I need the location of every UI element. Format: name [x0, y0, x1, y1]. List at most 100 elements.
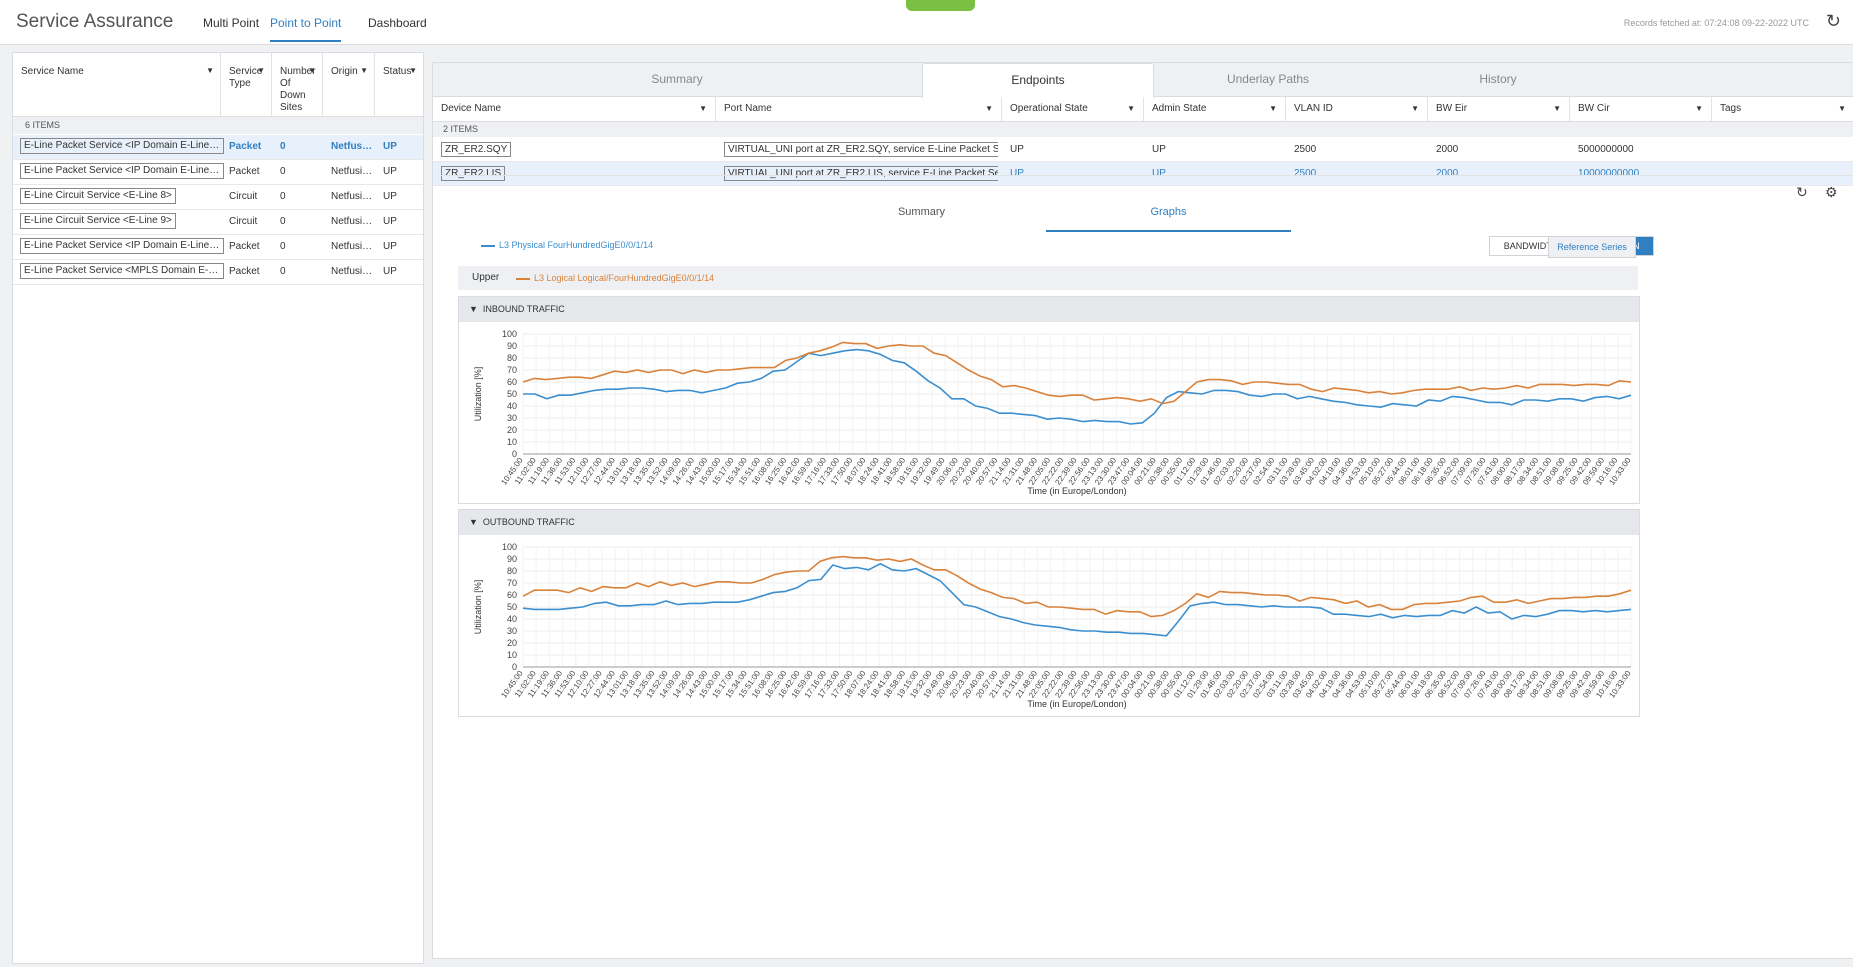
chevron-down-icon[interactable]: ▼ — [1553, 97, 1561, 121]
col-tags[interactable]: Tags ▼ — [1712, 97, 1853, 121]
service-type-cell: Packet — [229, 141, 262, 152]
service-name-cell: E-Line Packet Service <IP Domain E-Line … — [20, 160, 224, 184]
table-row[interactable]: E-Line Circuit Service <E-Line 8> Circuit… — [13, 185, 423, 210]
y-tick-label: 50 — [507, 389, 517, 399]
chevron-down-icon[interactable]: ▼ — [308, 65, 316, 77]
services-panel: Service Name ▼ Service Type ▼ Number Of Do… — [12, 52, 424, 964]
chevron-down-icon[interactable]: ▼ — [1411, 97, 1419, 121]
y-tick-label: 30 — [507, 626, 517, 636]
col-service-name[interactable]: Service Name ▼ — [13, 53, 221, 116]
device-name-cell: ZR_ER2.SQY — [433, 138, 712, 161]
down-sites-cell: 0 — [280, 141, 286, 152]
chevron-down-icon[interactable]: ▼ — [206, 65, 214, 77]
y-tick-label: 90 — [507, 341, 517, 351]
chevron-down-icon[interactable]: ▼ — [1127, 97, 1135, 121]
down-sites-cell: 0 — [280, 241, 286, 252]
down-sites-cell: 0 — [280, 191, 286, 202]
app-header: Service Assurance Multi Point Point to P… — [0, 0, 1853, 45]
table-row[interactable]: E-Line Circuit Service <E-Line 9> Circuit… — [13, 210, 423, 235]
vlan-id-cell: 2500 — [1294, 144, 1317, 155]
records-fetched-text: Records fetched at: 07:24:08 09-22-2022 … — [1623, 18, 1809, 28]
inbound-chart-svg: 010203040506070809010010:45:0011:02:0011… — [473, 329, 1633, 496]
tab-graphs[interactable]: Graphs — [1046, 206, 1291, 232]
nav-tab-dashboard[interactable]: Dashboard — [368, 16, 427, 40]
outbound-chart-header[interactable]: ▼ OUTBOUND TRAFFIC — [459, 510, 1639, 535]
chevron-down-icon[interactable]: ▼ — [985, 97, 993, 121]
y-axis-label: Utilization [%] — [473, 367, 483, 422]
tab-underlay-paths[interactable]: Underlay Paths — [1153, 63, 1383, 96]
service-type-cell: Packet — [229, 266, 260, 277]
inbound-traffic-chart: ▼ INBOUND TRAFFIC 0 10 20 30 40 50 60 70 80 90 100… — [458, 296, 1640, 504]
origin-cell: Netfusion — [331, 266, 373, 277]
tags-cell — [1712, 138, 1850, 161]
tab-graph-summary[interactable]: Summary — [799, 206, 1044, 230]
col-service-type[interactable]: Service Type ▼ — [221, 53, 272, 116]
chevron-down-icon[interactable]: ▼ — [699, 97, 707, 121]
refresh-icon[interactable]: ↻ — [1826, 11, 1841, 32]
col-down-sites[interactable]: Number Of Down Sites ▼ — [272, 53, 323, 116]
refresh-icon[interactable]: ↻ — [1796, 184, 1808, 201]
y-tick-label: 30 — [507, 413, 517, 423]
service-name-cell: E-Line Packet Service <MPLS Domain E-Lin… — [20, 260, 224, 284]
service-type-cell: Circuit — [229, 216, 258, 227]
table-row[interactable]: ZR_ER2.SQY VIRTUAL_UNI port at ZR_ER2.SQY… — [433, 138, 1853, 162]
service-name-cell: E-Line Packet Service <IP Domain E-Line … — [20, 135, 224, 159]
col-port-name[interactable]: Port Name ▼ — [716, 97, 1002, 121]
chevron-down-icon[interactable]: ▼ — [1269, 97, 1277, 121]
col-operational-state[interactable]: Operational State ▼ — [1002, 97, 1144, 121]
y-tick-label: 100 — [502, 329, 517, 339]
y-tick-label: 60 — [507, 377, 517, 387]
y-tick-label: 70 — [507, 365, 517, 375]
col-origin[interactable]: Origin ▼ — [323, 53, 375, 116]
reference-series-button[interactable]: Reference Series — [1548, 236, 1636, 258]
app-title: Service Assurance — [16, 11, 174, 32]
chevron-down-icon[interactable]: ▼ — [409, 65, 417, 77]
origin-cell: Netfusion — [331, 166, 373, 177]
nav-tab-point-to-point[interactable]: Point to Point — [270, 16, 342, 42]
service-name-cell: E-Line Packet Service <IP Domain E-Line … — [20, 235, 224, 259]
down-sites-cell: 0 — [280, 166, 286, 177]
port-name-cell: VIRTUAL_UNI port at ZR_ER2.SQY, service … — [716, 138, 998, 161]
nav-tab-multi-point[interactable]: Multi Point — [203, 16, 259, 40]
chevron-down-icon[interactable]: ▼ — [257, 65, 265, 77]
col-status[interactable]: Status ▼ — [375, 53, 423, 116]
col-bw-eir[interactable]: BW Eir ▼ — [1428, 97, 1570, 121]
service-type-cell: Packet — [229, 166, 260, 177]
service-type-cell: Circuit — [229, 191, 258, 202]
services-count: 6 ITEMS — [13, 117, 423, 134]
y-axis-label: Utilization [%] — [473, 580, 483, 635]
top-accent-bar — [906, 0, 975, 11]
gear-icon[interactable]: ⚙ — [1825, 184, 1838, 201]
graphs-section: ↻ ⚙ Summary Graphs L3 Physical FourHundr… — [441, 175, 1853, 959]
y-tick-label: 60 — [507, 590, 517, 600]
legend-logical[interactable]: L3 Logical Logical/FourHundredGigE0/0/1/… — [516, 266, 714, 290]
chevron-down-icon[interactable]: ▼ — [360, 65, 368, 77]
status-cell: UP — [383, 241, 397, 252]
y-tick-label: 100 — [502, 542, 517, 552]
tab-summary[interactable]: Summary — [433, 63, 921, 96]
y-tick-label: 20 — [507, 425, 517, 435]
chevron-down-icon[interactable]: ▼ — [1695, 97, 1703, 121]
col-vlan-id[interactable]: VLAN ID ▼ — [1286, 97, 1428, 121]
table-row[interactable]: E-Line Packet Service <IP Domain E-Line … — [13, 235, 423, 260]
col-bw-cir[interactable]: BW Cir ▼ — [1570, 97, 1712, 121]
upper-legend-bar: Upper L3 Logical Logical/FourHundredGigE… — [458, 266, 1638, 290]
x-axis-label: Time (in Europe/London) — [1027, 486, 1126, 496]
col-admin-state[interactable]: Admin State ▼ — [1144, 97, 1286, 121]
tab-endpoints[interactable]: Endpoints — [922, 63, 1154, 98]
detail-tabs: Summary Endpoints Underlay Paths History — [433, 63, 1853, 98]
inbound-chart-header[interactable]: ▼ INBOUND TRAFFIC — [459, 297, 1639, 322]
tab-history[interactable]: History — [1383, 63, 1613, 96]
services-table-header: Service Name ▼ Service Type ▼ Number Of Do… — [13, 53, 423, 117]
table-row[interactable]: E-Line Packet Service <IP Domain E-Line … — [13, 160, 423, 185]
legend-physical[interactable]: L3 Physical FourHundredGigE0/0/1/14 — [481, 240, 653, 250]
col-device-name[interactable]: Device Name ▼ — [433, 97, 716, 121]
outbound-traffic-chart: ▼ OUTBOUND TRAFFIC 0 10 20 30 40 50 60 70 80 90 10… — [458, 509, 1640, 717]
table-row[interactable]: E-Line Packet Service <IP Domain E-Line … — [13, 135, 423, 160]
chevron-down-icon[interactable]: ▼ — [1838, 97, 1846, 121]
table-row[interactable]: E-Line Packet Service <MPLS Domain E-Lin… — [13, 260, 423, 285]
service-name-cell: E-Line Circuit Service <E-Line 9> — [20, 210, 224, 234]
y-tick-label: 40 — [507, 614, 517, 624]
legend-line-icon — [481, 244, 495, 247]
y-tick-label: 80 — [507, 566, 517, 576]
